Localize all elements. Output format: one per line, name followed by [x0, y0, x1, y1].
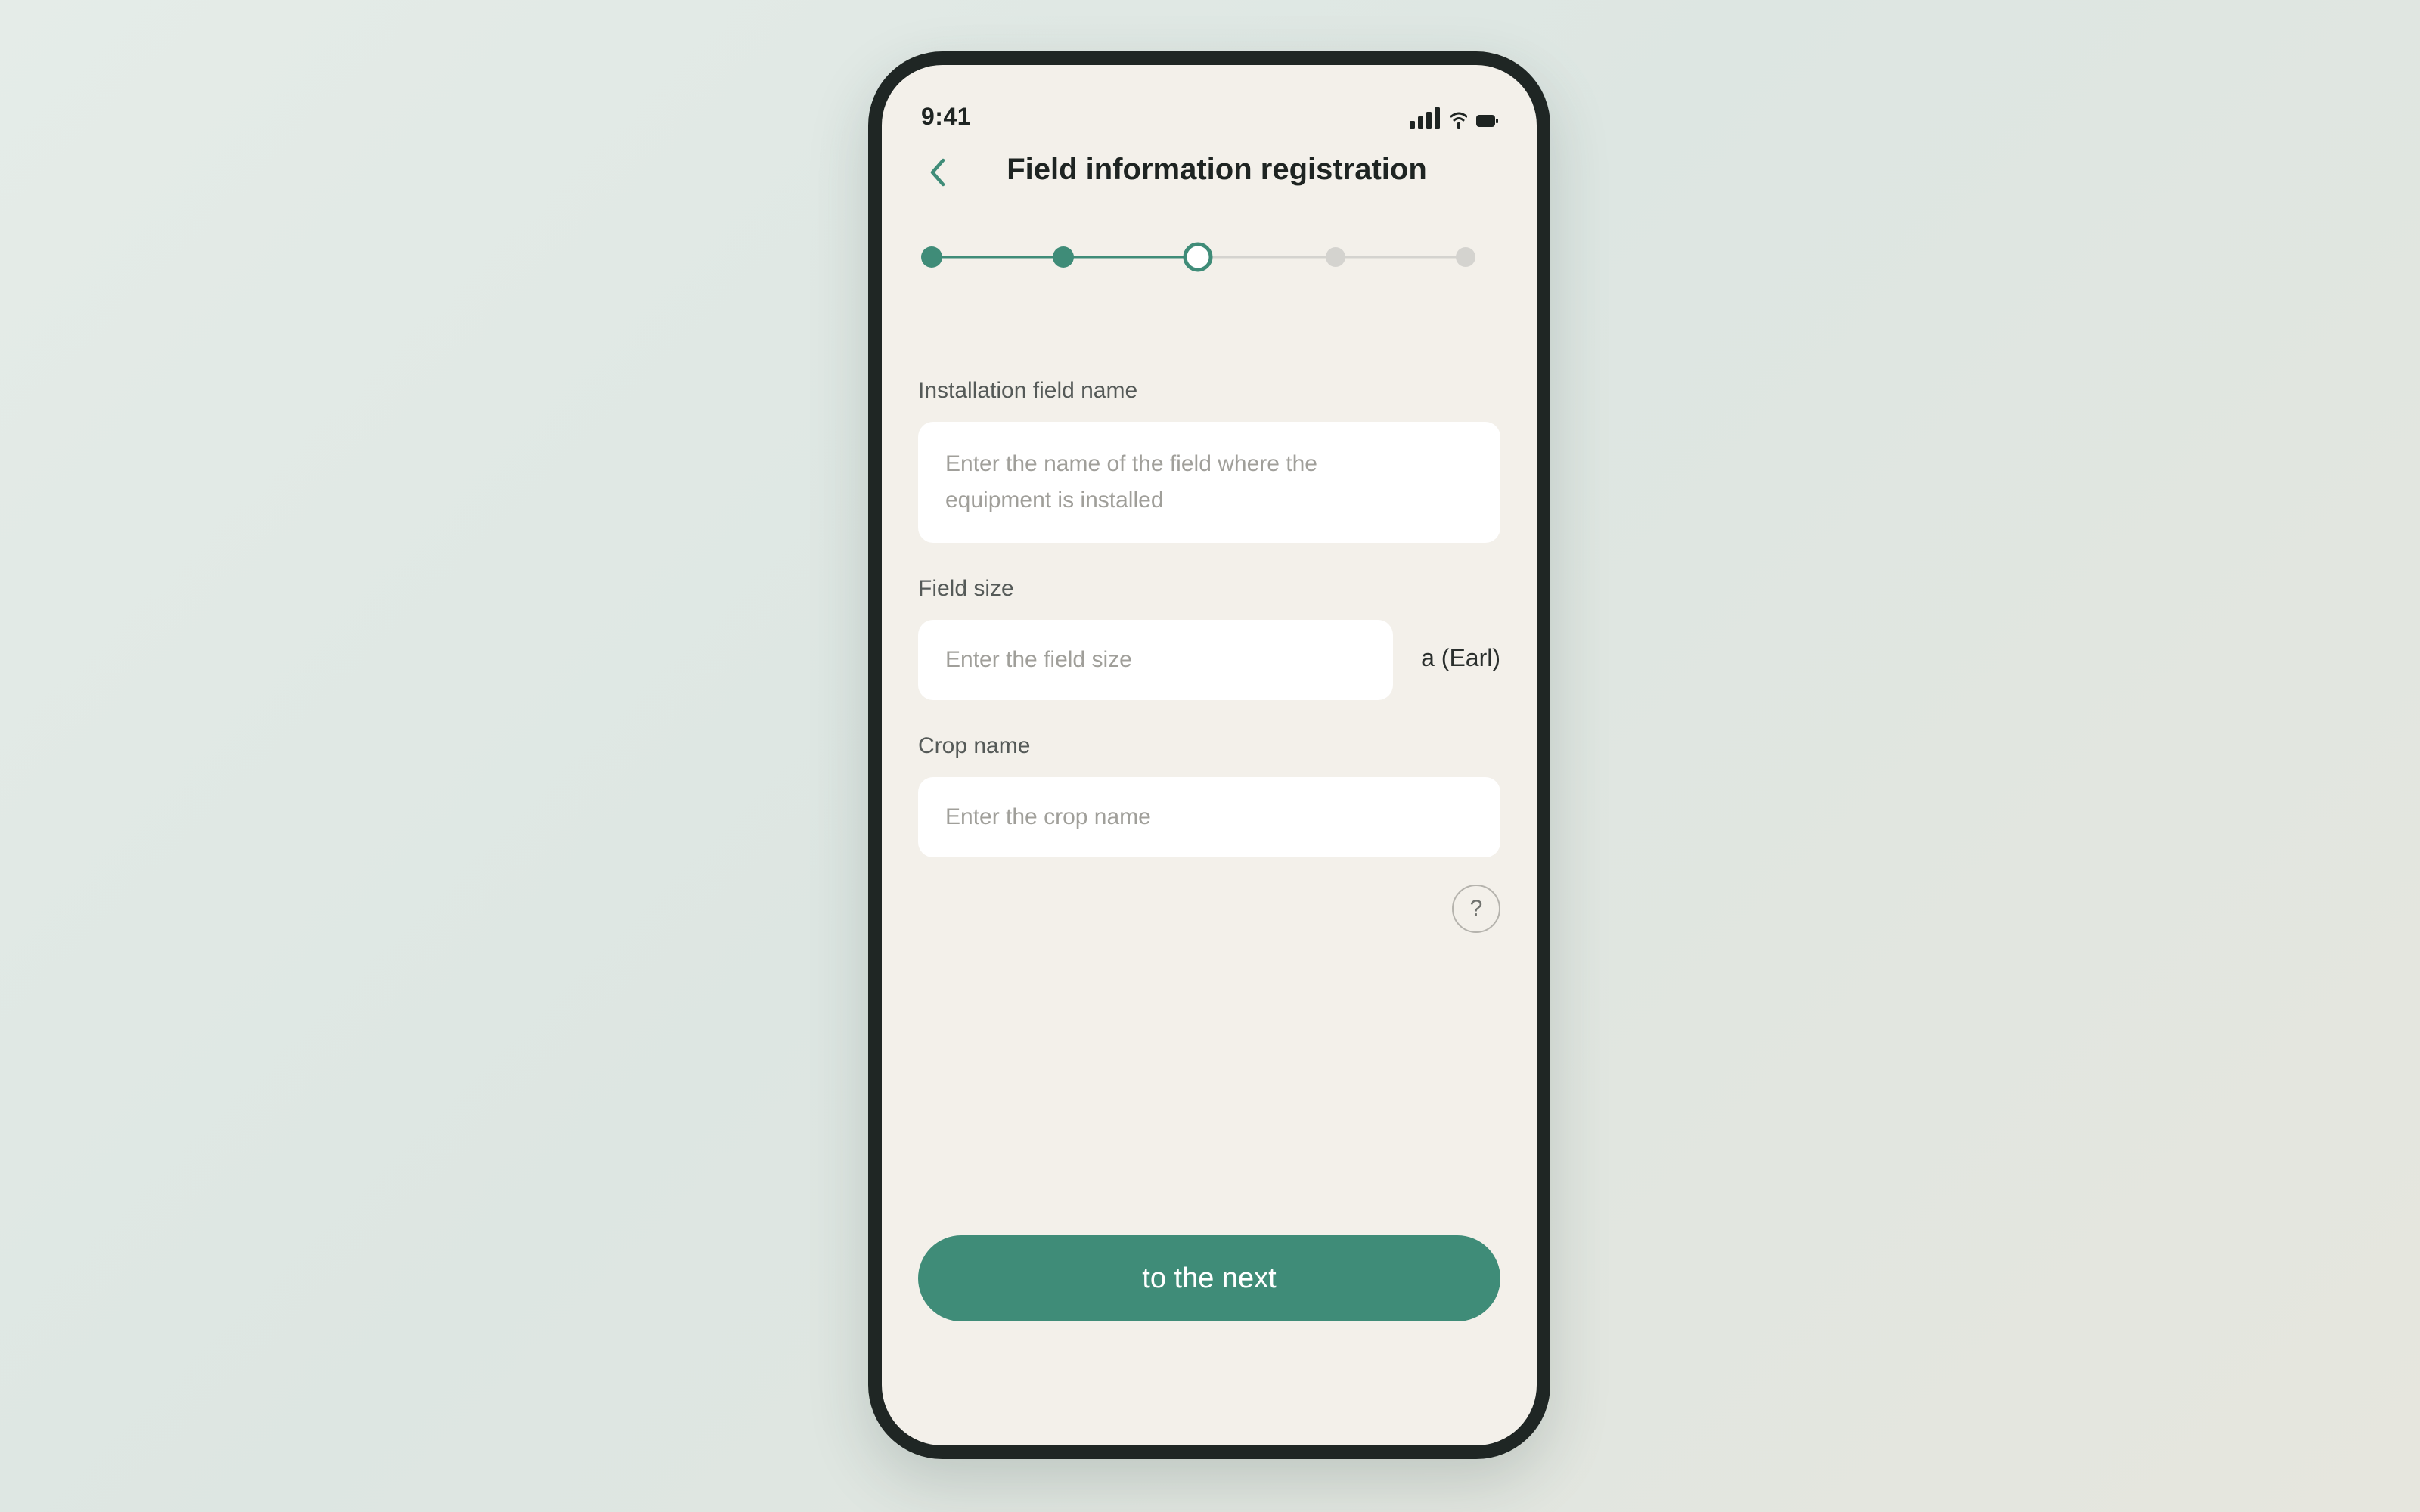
step-5-dot	[1456, 247, 1475, 267]
field-size-label: Field size	[918, 576, 1014, 601]
help-button[interactable]: ?	[1452, 885, 1500, 933]
battery-icon	[1476, 115, 1498, 127]
phone-frame: 9:41 Field information registration Inst…	[868, 51, 1550, 1459]
field-size-unit: a (Earl)	[1421, 644, 1500, 671]
wifi-icon	[1450, 112, 1467, 129]
next-button-label: to the next	[1142, 1262, 1277, 1294]
field-name-placeholder: Enter the name of the field where the eq…	[945, 451, 1317, 513]
crop-name-input[interactable]: Enter the crop name	[918, 777, 1500, 857]
crop-name-label: Crop name	[918, 733, 1031, 758]
status-time: 9:41	[921, 103, 972, 130]
next-button[interactable]: to the next	[918, 1235, 1500, 1321]
field-name-label: Installation field name	[918, 378, 1138, 403]
field-size-input[interactable]: Enter the field size	[918, 620, 1393, 700]
status-icons	[1410, 106, 1499, 129]
step-3-dot-current	[1183, 242, 1213, 272]
field-size-placeholder: Enter the field size	[945, 647, 1132, 672]
step-4-dot	[1326, 247, 1345, 267]
crop-name-placeholder: Enter the crop name	[945, 804, 1151, 829]
step-2-dot	[1053, 246, 1074, 268]
app-screen: 9:41 Field information registration Inst…	[882, 65, 1537, 1445]
question-icon: ?	[1469, 896, 1483, 921]
page-title: Field information registration	[1007, 153, 1427, 186]
progress-stepper	[921, 242, 1475, 272]
field-name-input[interactable]: Enter the name of the field where the eq…	[918, 422, 1500, 543]
step-1-dot	[921, 246, 942, 268]
signal-icon	[1410, 107, 1440, 129]
